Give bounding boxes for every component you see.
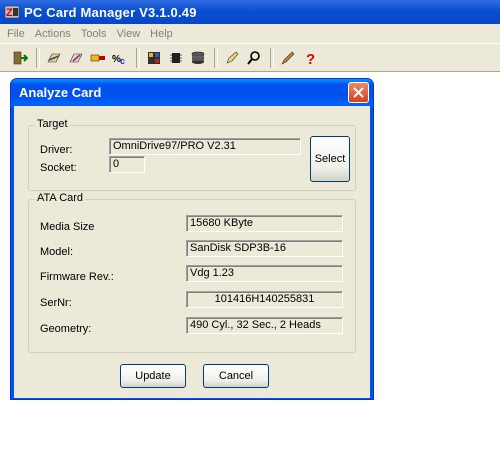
close-button[interactable]	[348, 82, 369, 103]
target-group: Target Driver: OmniDrive97/PRO V2.31 Soc…	[28, 118, 356, 191]
svg-text:Z: Z	[6, 7, 13, 19]
geometry-label: Geometry:	[40, 323, 92, 335]
toolbar-separator	[214, 47, 218, 68]
update-button[interactable]: Update	[120, 364, 186, 388]
media-size-label: Media Size	[40, 221, 95, 233]
pencil-icon[interactable]	[278, 48, 298, 68]
app-title: PC Card Manager V3.1.0.49	[24, 4, 197, 20]
menu-tools[interactable]: Tools	[76, 28, 112, 40]
menu-help[interactable]: Help	[145, 28, 178, 40]
cancel-button[interactable]: Cancel	[203, 364, 269, 388]
exit-icon[interactable]	[10, 48, 30, 68]
ata-card-icon[interactable]: % c	[110, 48, 130, 68]
analyze-card-dialog: Analyze Card Target Driver: OmniDrive97/…	[10, 78, 374, 400]
dialog-body: Target Driver: OmniDrive97/PRO V2.31 Soc…	[14, 106, 370, 398]
menu-actions[interactable]: Actions	[30, 28, 76, 40]
sernr-label: SerNr:	[40, 297, 72, 309]
model-label: Model:	[40, 246, 74, 258]
menu-file[interactable]: File	[2, 28, 30, 40]
toolbar-separator	[36, 47, 40, 68]
driver-field: OmniDrive97/PRO V2.31	[109, 138, 301, 155]
model-field: SanDisk SDP3B-16	[186, 240, 343, 257]
select-button[interactable]: Select	[310, 136, 350, 182]
svg-text:?: ?	[306, 51, 315, 66]
socket-field: 0	[109, 156, 145, 173]
help-icon[interactable]: ?	[300, 48, 320, 68]
firmware-rev-field: Vdg 1.23	[186, 265, 343, 282]
dialog-title: Analyze Card	[19, 85, 102, 100]
driver-label: Driver:	[40, 144, 73, 156]
media-size-field: 15680 KByte	[186, 215, 343, 232]
app-title-bar[interactable]: Z PC Card Manager V3.1.0.49	[0, 0, 500, 24]
toolbar-separator	[270, 47, 274, 68]
svg-text:c: c	[120, 56, 125, 66]
menu-view[interactable]: View	[112, 28, 146, 40]
search-icon[interactable]	[244, 48, 264, 68]
toolbar: % c ?	[0, 43, 500, 72]
edit-icon[interactable]	[222, 48, 242, 68]
target-group-legend: Target	[35, 118, 70, 130]
flash-icon[interactable]	[144, 48, 164, 68]
open-icon[interactable]	[44, 48, 64, 68]
ata-card-group: ATA Card Media Size 15680 KByte Model: S…	[28, 192, 356, 353]
firmware-rev-label: Firmware Rev.:	[40, 271, 114, 283]
ata-card-group-legend: ATA Card	[35, 192, 86, 204]
toolbar-separator	[136, 47, 140, 68]
disk-icon[interactable]	[188, 48, 208, 68]
socket-label: Socket:	[40, 162, 77, 174]
memory-card-icon[interactable]	[88, 48, 108, 68]
chip-icon[interactable]	[166, 48, 186, 68]
sernr-field: 101416H140255831	[186, 291, 343, 308]
save-icon[interactable]	[66, 48, 86, 68]
geometry-field: 490 Cyl., 32 Sec., 2 Heads	[186, 317, 343, 334]
dialog-title-bar[interactable]: Analyze Card	[11, 79, 373, 106]
close-icon	[353, 87, 364, 98]
app-logo-icon: Z	[4, 4, 20, 20]
menu-bar: File Actions Tools View Help	[0, 24, 500, 43]
